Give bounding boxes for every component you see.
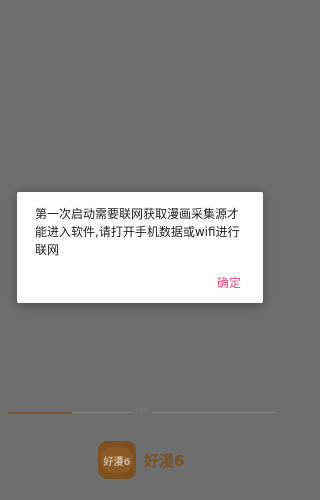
network-required-dialog: 第一次启动需要联网获取漫画采集源才能进入软件,请打开手机数据或wifi进行联网 … [17,192,263,303]
confirm-button[interactable]: 确定 [217,274,241,291]
app-brand: 好漫6 好漫6 [98,438,184,482]
app-logo-icon: 好漫6 [98,441,136,479]
app-logo-text: 好漫6 [101,447,133,473]
dialog-message: 第一次启动需要联网获取漫画采集源才能进入软件,请打开手机数据或wifi进行联网 [35,207,240,257]
app-name: 好漫6 [144,451,185,470]
progress-percent: 24% [131,407,153,414]
loading-progress: 24% [8,407,276,418]
progress-fill [8,412,73,414]
